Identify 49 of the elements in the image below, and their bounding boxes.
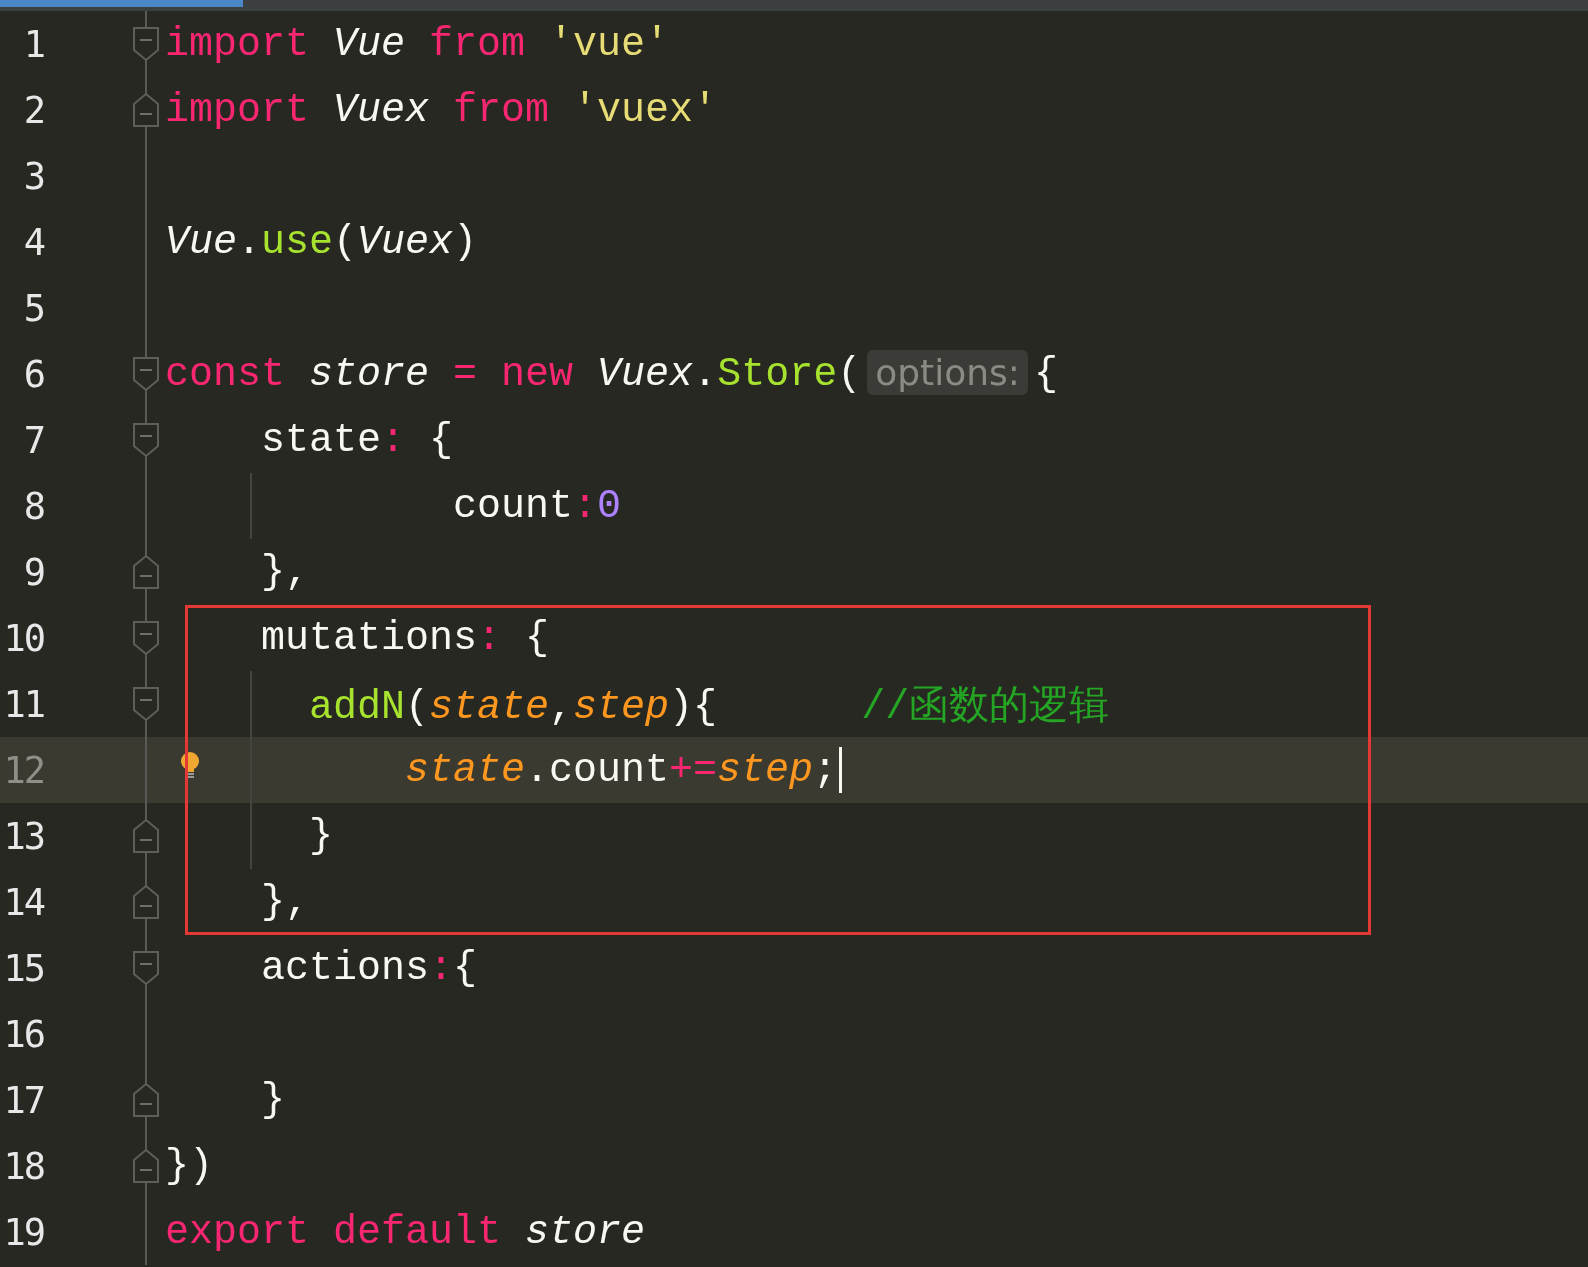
fold-collapse-icon[interactable]: [132, 422, 160, 458]
line-number: 16: [3, 1012, 44, 1056]
fold-collapse-icon[interactable]: [132, 950, 160, 986]
line-number: 10: [3, 616, 44, 660]
fold-collapse-icon[interactable]: [132, 356, 160, 392]
line-number: 15: [3, 946, 44, 990]
fold-end-icon[interactable]: [132, 884, 160, 920]
line-number: 13: [3, 814, 44, 858]
line-number: 14: [3, 880, 44, 924]
code-line: mutations: {: [261, 615, 550, 661]
line-number: 9: [23, 550, 44, 594]
code-line: count:0: [453, 483, 622, 529]
lightbulb-icon[interactable]: [180, 751, 200, 781]
code-line: Vue.use(Vuex): [165, 219, 478, 265]
code-line: }): [165, 1143, 213, 1189]
fold-collapse-icon[interactable]: [132, 686, 160, 722]
line-number: 12: [3, 748, 44, 792]
line-number: 4: [23, 220, 44, 264]
line-number: 8: [23, 484, 44, 528]
fold-end-icon[interactable]: [132, 92, 160, 128]
code-line: actions:{: [261, 945, 478, 991]
code-line: addN(state,step){ //函数的逻辑: [309, 683, 1110, 732]
code-line: state.count+=step;: [405, 747, 838, 793]
fold-end-icon[interactable]: [132, 554, 160, 590]
line-number: 18: [3, 1144, 44, 1188]
fold-end-icon[interactable]: [132, 1148, 160, 1184]
line-number: 2: [23, 88, 44, 132]
line-number: 3: [23, 154, 44, 198]
code-line: },: [261, 879, 309, 925]
fold-collapse-icon[interactable]: [132, 620, 160, 656]
line-number: 17: [3, 1078, 44, 1122]
fold-end-icon[interactable]: [132, 818, 160, 854]
code-line: const store = new Vuex.Store( options: {: [165, 351, 1058, 397]
line-number: 5: [23, 286, 44, 330]
fold-collapse-icon[interactable]: [132, 26, 160, 62]
line-number: 11: [3, 682, 44, 726]
code-line: import Vuex from 'vuex': [165, 87, 718, 133]
line-number: 7: [23, 418, 44, 462]
code-line: }: [261, 1077, 285, 1123]
line-number: 6: [23, 352, 44, 396]
code-line: export default store: [165, 1209, 646, 1255]
line-number: 19: [3, 1210, 44, 1254]
line-number: 1: [23, 22, 44, 66]
code-line: import Vue from 'vue': [165, 21, 670, 67]
code-line: state: {: [261, 417, 454, 463]
fold-end-icon[interactable]: [132, 1082, 160, 1118]
code-line: },: [261, 549, 309, 595]
code-line: }: [309, 813, 333, 859]
text-cursor: [839, 747, 843, 793]
